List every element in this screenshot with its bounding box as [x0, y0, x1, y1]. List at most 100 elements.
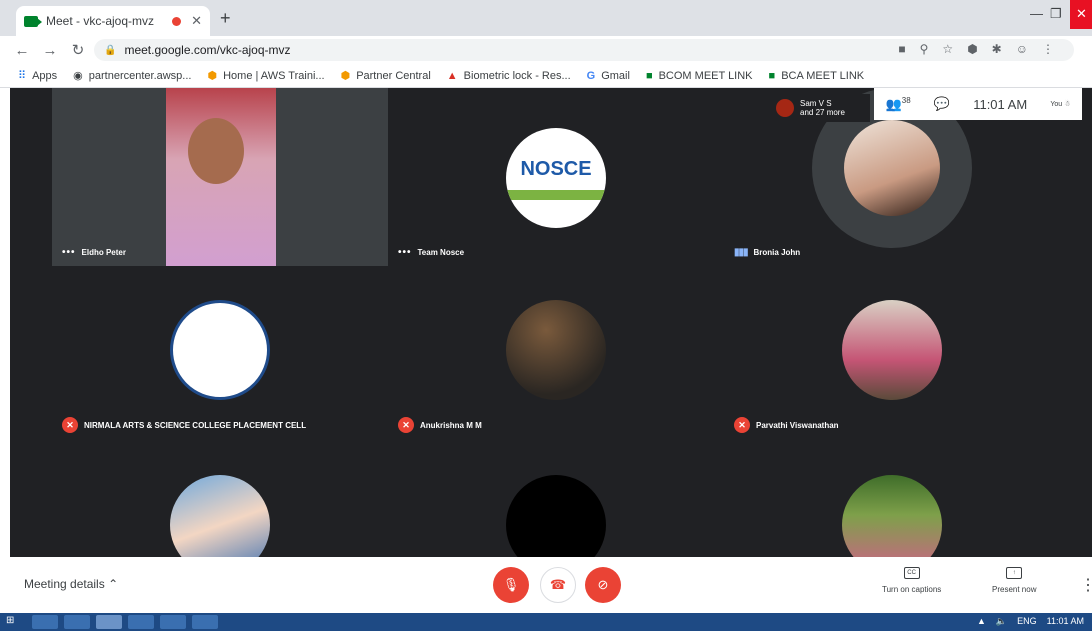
participant-avatar	[842, 300, 942, 400]
participant-tile[interactable]: ✕ Parvathi Viswanathan	[724, 266, 1060, 441]
start-icon[interactable]: ⊞	[6, 615, 26, 629]
browser-toolbar: ← → ↻ 🔒 meet.google.com/vkc-ajoq-mvz ■ ⚲…	[0, 36, 1092, 64]
leave-call-button[interactable]: ☎	[540, 567, 576, 603]
meeting-details-button[interactable]: Meeting details ⌃	[24, 577, 118, 591]
menu-icon[interactable]: ⋮	[1042, 42, 1054, 56]
shield-icon[interactable]: ⬢	[967, 42, 977, 56]
chat-icon[interactable]: 💬	[934, 96, 950, 112]
participant-tile[interactable]: ✕ Anukrishna M M	[388, 266, 724, 441]
windows-taskbar: ⊞ ▲ 🔈 ENG 11:01 AM	[0, 613, 1092, 631]
participant-avatar	[506, 300, 606, 400]
participant-name: ▮▮▮ Bronia John	[734, 247, 801, 258]
present-button[interactable]: ↑ Present now	[992, 567, 1036, 594]
firefox-icon[interactable]	[128, 615, 154, 629]
captions-icon: CC	[903, 567, 920, 579]
participant-video	[166, 88, 276, 266]
more-options-icon[interactable]: •••	[62, 247, 76, 258]
participant-tile[interactable]: ••• Eldho Peter	[52, 88, 388, 266]
meeting-controls: Meeting details ⌃ 🎙 ☎ ⊘ CC Turn on captio…	[0, 557, 1092, 613]
system-clock[interactable]: 11:01 AM	[1047, 616, 1084, 627]
biometric-icon: ▲	[446, 69, 458, 82]
participant-tile[interactable]	[52, 441, 388, 557]
meet-icon	[24, 15, 42, 27]
browser-tab[interactable]: Meet - vkc-ajoq-mvz ✕	[16, 6, 210, 36]
google-icon: G	[586, 69, 596, 82]
bookmark-apps[interactable]: ⠿ Apps	[18, 69, 57, 83]
minimize-icon[interactable]: —	[1030, 6, 1043, 21]
address-bar[interactable]: 🔒 meet.google.com/vkc-ajoq-mvz ■ ⚲ ☆ ⬢ ✱…	[94, 39, 1074, 61]
captions-button[interactable]: CC Turn on captions	[882, 567, 941, 594]
more-options-icon[interactable]: ⋮	[1080, 575, 1092, 595]
camera-toggle-button[interactable]: ⊘	[585, 567, 621, 603]
bookmarks-bar: ⠿ Apps ◉ partnercenter.awsp... ⬢ Home | AWS…	[0, 64, 1092, 88]
camera-off-icon: ⊘	[597, 577, 609, 592]
participant-tile[interactable]: NOSCE ••• Team Nosce	[388, 88, 724, 266]
explorer-icon[interactable]	[64, 615, 90, 629]
screen: Meet - vkc-ajoq-mvz ✕ + — ❐ ✕ ← → ↻ 🔒 me…	[0, 0, 1092, 631]
mic-off-icon: ✕	[398, 417, 414, 433]
participant-avatar	[506, 475, 606, 557]
participant-avatar	[844, 120, 940, 216]
close-window-icon[interactable]: ✕	[1070, 0, 1092, 29]
restore-icon[interactable]: ❐	[1050, 6, 1062, 22]
globe-icon: ◉	[73, 70, 83, 82]
lock-icon: 🔒	[104, 44, 117, 56]
meeting-grid: ••• Eldho Peter NOSCE ••• Team Nosce ▮▮▮ Br…	[10, 88, 1092, 557]
avatar: ☃	[1064, 101, 1071, 108]
participant-name: ✕ Anukrishna M M	[398, 417, 482, 433]
participant-tile[interactable]: ✕ NIRMALA ARTS & SCIENCE COLLEGE PLACEMEN…	[52, 266, 388, 441]
bookmark-partner-central[interactable]: ⬢ Partner Central	[340, 69, 431, 83]
present-icon: ↑	[1006, 567, 1023, 579]
face	[188, 118, 244, 184]
presenter-chip[interactable]: Sam V S and 27 more	[770, 94, 870, 122]
apps-grid-icon: ⠿	[18, 70, 27, 82]
edge-icon[interactable]	[160, 615, 186, 629]
new-tab-icon[interactable]: +	[220, 8, 231, 29]
forward-icon[interactable]: →	[36, 42, 64, 59]
chrome-icon[interactable]	[96, 615, 122, 629]
avatar	[776, 99, 794, 117]
system-tray: ▲ 🔈 ENG 11:01 AM	[977, 616, 1084, 627]
bookmark-bcom[interactable]: ■ BCOM MEET LINK	[646, 70, 753, 82]
camera-icon[interactable]: ■	[898, 42, 905, 56]
participant-avatar	[842, 475, 942, 557]
volume-icon[interactable]: 🔈	[996, 616, 1007, 627]
language-indicator[interactable]: ENG	[1017, 616, 1037, 627]
network-icon[interactable]: ▲	[977, 616, 986, 627]
extensions-icon[interactable]: ✱	[992, 42, 1002, 56]
people-icon: 👥	[885, 96, 902, 112]
bookmark-aws-training[interactable]: ⬢ Home | AWS Traini...	[207, 69, 324, 83]
team-logo: NOSCE	[506, 128, 606, 228]
tab-strip: Meet - vkc-ajoq-mvz ✕ + — ❐ ✕	[0, 0, 1092, 36]
participant-avatar	[170, 475, 270, 557]
reload-icon[interactable]: ↻	[64, 41, 92, 59]
participant-name: ✕ Parvathi Viswanathan	[734, 417, 839, 433]
self-view[interactable]: You ☃	[1050, 100, 1070, 108]
back-icon[interactable]: ←	[8, 42, 36, 59]
chevron-up-icon: ⌃	[108, 577, 119, 591]
meeting-info-bar: 👥38 💬 11:01 AM You ☃	[874, 88, 1082, 120]
app-icon[interactable]	[192, 615, 218, 629]
more-options-icon[interactable]: •••	[398, 247, 412, 258]
participant-name: ✕ NIRMALA ARTS & SCIENCE COLLEGE PLACEMEN…	[62, 417, 306, 433]
tab-title: Meet - vkc-ajoq-mvz	[46, 14, 155, 28]
mic-off-icon: ✕	[62, 417, 78, 433]
aws-icon: ⬢	[340, 70, 351, 82]
participant-tile[interactable]	[388, 441, 724, 557]
meet-icon: ■	[645, 69, 653, 82]
hangup-icon: ☎	[549, 577, 567, 592]
profile-icon[interactable]: ☺	[1016, 42, 1028, 56]
star-icon[interactable]: ☆	[942, 42, 953, 56]
participant-tile[interactable]	[724, 441, 1060, 557]
participants-button[interactable]: 👥38	[886, 96, 911, 112]
zoom-icon[interactable]: ⚲	[920, 42, 929, 56]
aws-icon: ⬢	[207, 70, 218, 82]
close-tab-icon[interactable]: ✕	[191, 13, 202, 29]
mic-off-icon: 🎙	[502, 577, 520, 592]
bookmark-biometric[interactable]: ▲ Biometric lock - Res...	[447, 70, 571, 82]
bookmark-partnercenter[interactable]: ◉ partnercenter.awsp...	[73, 69, 191, 83]
ie-icon[interactable]	[32, 615, 58, 629]
bookmark-gmail[interactable]: G Gmail	[587, 70, 630, 82]
mic-toggle-button[interactable]: 🎙	[493, 567, 529, 603]
bookmark-bca[interactable]: ■ BCA MEET LINK	[769, 70, 865, 82]
